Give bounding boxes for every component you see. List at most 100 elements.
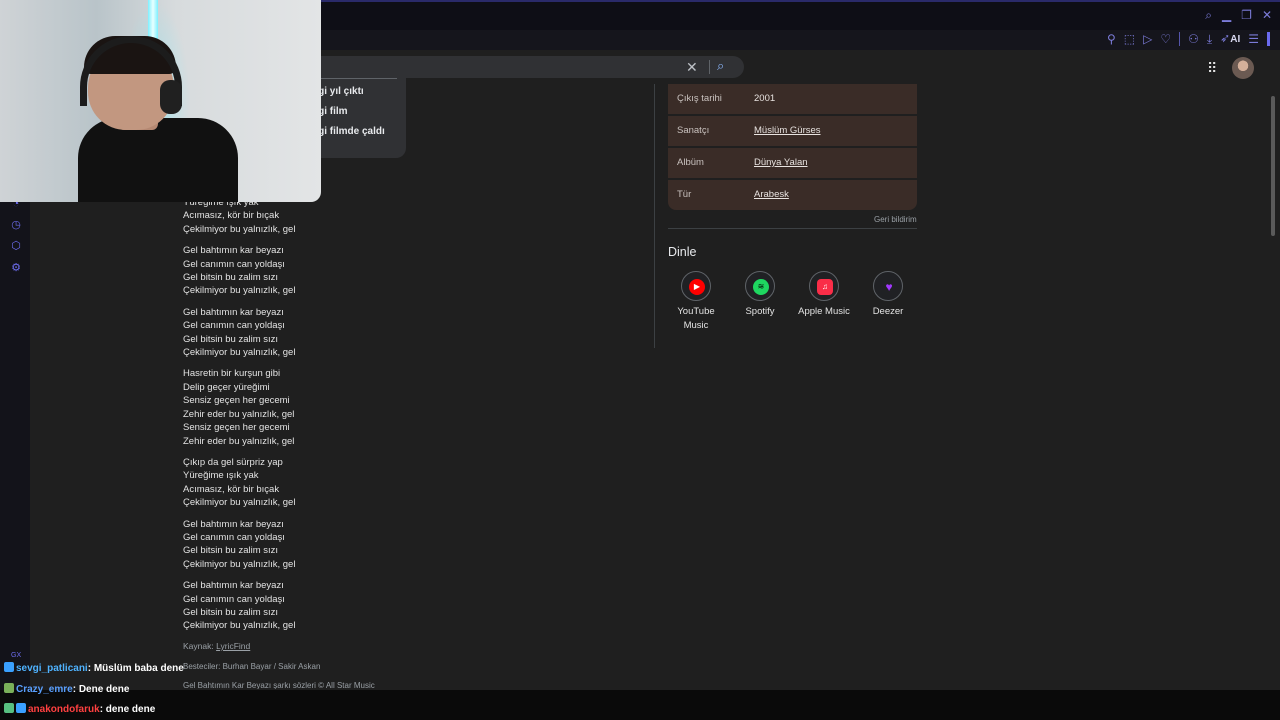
lyric-line: Acımasız, kör bir bıçak xyxy=(183,210,280,222)
chat-badge-icon xyxy=(4,683,14,693)
search-divider xyxy=(709,60,710,74)
pin-icon[interactable]: ⚲ xyxy=(1107,32,1116,46)
lyric-line: Gel bitsin bu zalim sızı xyxy=(183,333,279,345)
youtube-music-button[interactable]: ▶ YouTube Music xyxy=(666,271,726,333)
lyrics-source: Kaynak: LyricFind xyxy=(183,641,250,651)
platform-name: Spotify xyxy=(745,306,775,317)
chat-user: sevgi_patlicani xyxy=(16,663,88,674)
account-icon[interactable]: ⚇ xyxy=(1188,32,1199,46)
lyric-line: Gel bitsin bu zalim sızı xyxy=(183,606,279,618)
info-row-artist: Sanatçı Müslüm Gürses xyxy=(668,116,917,146)
lyric-line: Çekilmiyor bu yalnızlık, gel xyxy=(183,285,296,297)
settings-icon[interactable]: ⚙ xyxy=(10,262,22,274)
page-scrollbar[interactable] xyxy=(1271,96,1275,236)
lyrics-stanza: Yüreğime ışık yak Acımasız, kör bir bıça… xyxy=(183,196,483,236)
copyright-text: Gel Bahtımın Kar Beyazı şarkı sözleri © … xyxy=(183,681,375,689)
restore-icon[interactable]: ❐ xyxy=(1241,8,1252,22)
info-row-album: Albüm Dünya Yalan xyxy=(668,148,917,178)
chat-user: anakondofaruk xyxy=(28,704,100,715)
apple-music-icon-circle: ♫ xyxy=(809,271,839,301)
info-label: Sanatçı xyxy=(677,125,710,136)
lyric-line: Çekilmiyor bu yalnızlık, gel xyxy=(183,558,296,570)
chat-message: Crazy_emre: Dene dene xyxy=(4,683,129,695)
avatar[interactable] xyxy=(1232,57,1254,79)
lyric-line: Gel bahtımın kar beyazı xyxy=(183,306,284,318)
search-input[interactable] xyxy=(300,56,744,78)
lyrics-stanza: Çıkıp da gel sürpriz yap Yüreğime ışık y… xyxy=(183,456,483,510)
lyric-line: Gel bahtımın kar beyazı xyxy=(183,518,284,530)
artist-link[interactable]: Müslüm Gürses xyxy=(754,125,821,136)
lyrics-block: Yüreğime ışık yak Acımasız, kör bir bıça… xyxy=(183,196,483,641)
close-icon[interactable]: ✕ xyxy=(686,59,698,76)
chat-text: Müslüm baba dene xyxy=(93,663,184,674)
chat-text: Dene dene xyxy=(78,684,130,695)
platform-name: YouTube Music xyxy=(677,306,715,331)
lyric-line: Gel canımın can yoldaşı xyxy=(183,320,285,332)
listen-platforms: ▶ YouTube Music ≋ Spotify ♫ Apple Music … xyxy=(668,271,928,341)
lyric-line: Çıkıp da gel sürpriz yap xyxy=(183,456,283,468)
album-link[interactable]: Dünya Yalan xyxy=(754,157,808,168)
lyrics-stanza: Hasretin bir kurşun gibi Delip geçer yür… xyxy=(183,367,483,447)
rocket-icon: ➶ xyxy=(1220,31,1231,45)
minimize-icon[interactable]: ▁ xyxy=(1222,8,1231,22)
spotify-icon-circle: ≋ xyxy=(745,271,775,301)
search-icon[interactable]: ⌕ xyxy=(717,58,724,74)
lyric-line: Gel bahtımın kar beyazı xyxy=(183,245,284,257)
panel-divider xyxy=(654,84,655,348)
chat-badge-icon xyxy=(16,703,26,713)
info-value: 2001 xyxy=(754,93,776,104)
menu-icon[interactable]: ☰ xyxy=(1248,32,1259,46)
info-row-release-date: Çıkış tarihi 2001 xyxy=(668,84,917,114)
download-icon[interactable]: ⤓ xyxy=(1207,32,1212,46)
ai-label: AI xyxy=(1230,34,1241,45)
lyric-line: Gel bitsin bu zalim sızı xyxy=(183,272,279,284)
chat-message: anakondofaruk: dene dene xyxy=(4,703,155,715)
search-tabs-icon[interactable]: ⌕ xyxy=(1205,8,1212,22)
suggestion-item[interactable]: ngi filmde çaldı xyxy=(312,126,385,137)
chat-badge-icon xyxy=(4,703,14,713)
chat-text: dene dene xyxy=(105,704,156,715)
lyric-line: Gel canımın can yoldaşı xyxy=(183,258,285,270)
gx-label: GX xyxy=(11,652,22,659)
apps-grid-icon[interactable]: ⠿ xyxy=(1207,60,1217,77)
snapshot-icon[interactable]: ⬚ xyxy=(1124,32,1135,46)
apple-music-icon: ♫ xyxy=(817,279,833,295)
chat-badge-icon xyxy=(4,662,14,672)
deezer-icon-circle: ♥ xyxy=(873,271,903,301)
heart-icon[interactable]: ♡ xyxy=(1160,32,1171,46)
lyrics-stanza: Gel bahtımın kar beyazı Gel canımın can … xyxy=(183,518,483,572)
youtube-music-icon-circle: ▶ xyxy=(681,271,711,301)
toolbar-separator xyxy=(1179,32,1181,46)
listen-heading: Dinle xyxy=(668,245,697,259)
info-label: Tür xyxy=(677,189,692,200)
info-label: Albüm xyxy=(677,157,704,168)
history-icon[interactable]: ◷ xyxy=(10,219,22,231)
spotify-button[interactable]: ≋ Spotify xyxy=(730,271,790,319)
headset-earcup xyxy=(160,80,182,114)
close-window-icon[interactable]: ✕ xyxy=(1262,8,1272,22)
genre-link[interactable]: Arabesk xyxy=(754,189,789,200)
song-info-table: Çıkış tarihi 2001 Sanatçı Müslüm Gürses … xyxy=(668,84,917,212)
aria-ai-button[interactable]: ➶AI xyxy=(1220,31,1240,47)
info-row-genre: Tür Arabesk xyxy=(668,180,917,210)
play-icon[interactable]: ▷ xyxy=(1143,32,1152,46)
deezer-button[interactable]: ♥ Deezer xyxy=(858,271,918,319)
platform-name: Apple Music xyxy=(798,306,850,317)
lyric-line: Delip geçer yüreğimi xyxy=(183,381,270,393)
lyric-line: Çekilmiyor bu yalnızlık, gel xyxy=(183,497,296,509)
apple-music-button[interactable]: ♫ Apple Music xyxy=(794,271,854,319)
lyric-line: Acımasız, kör bir bıçak xyxy=(183,483,280,495)
toolbar-icons: ⚲ ⬚ ▷ ♡ ⚇ ⤓ ➶AI ☰ xyxy=(1107,31,1270,47)
lyric-line: Gel bitsin bu zalim sızı xyxy=(183,545,279,557)
lyric-line: Çekilmiyor bu yalnızlık, gel xyxy=(183,347,296,359)
lyrics-stanza: Gel bahtımın kar beyazı Gel canımın can … xyxy=(183,306,483,360)
lyric-line: Yüreğime ışık yak xyxy=(183,470,259,482)
extensions-icon[interactable]: ⬡ xyxy=(10,240,22,252)
lyrics-stanza: Gel bahtımın kar beyazı Gel canımın can … xyxy=(183,244,483,298)
lyric-line: Gel canımın can yoldaşı xyxy=(183,593,285,605)
feedback-link[interactable]: Geri bildirim xyxy=(874,215,917,224)
platform-name: Deezer xyxy=(872,306,904,317)
source-link[interactable]: LyricFind xyxy=(216,641,250,651)
lyric-line: Gel canımın can yoldaşı xyxy=(183,531,285,543)
deezer-icon: ♥ xyxy=(885,280,893,294)
